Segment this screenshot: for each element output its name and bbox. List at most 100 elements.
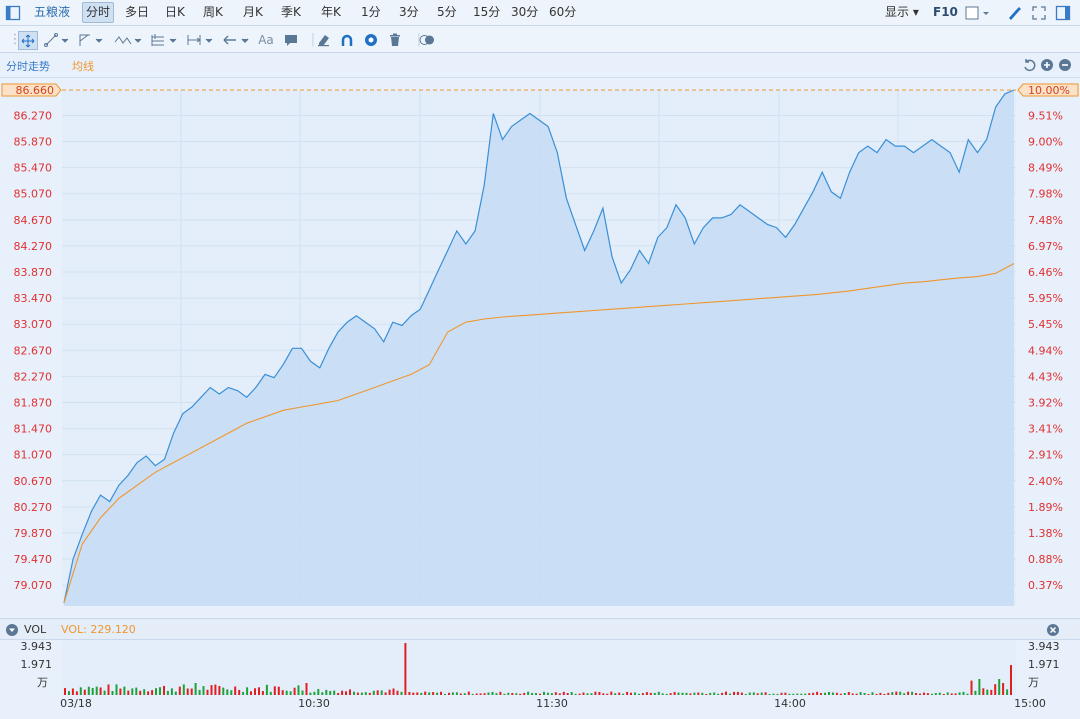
volume-bar <box>531 693 534 695</box>
price-tick-label: 85.470 <box>14 162 53 175</box>
intraday-mode-label[interactable]: 分时走势 <box>6 58 50 74</box>
period-tab[interactable]: 月K <box>240 3 266 22</box>
period-tab[interactable]: 1分 <box>358 3 384 22</box>
display-dropdown[interactable]: 显示 ▾ <box>882 3 922 22</box>
intraday-price-chart[interactable]: 86.660 10.00% 86.270 9.51% 85.870 9.00% 85.470… <box>0 78 1080 618</box>
panel-toggle-icon[interactable] <box>1054 4 1072 21</box>
volume-bar <box>768 694 771 695</box>
volume-bar <box>523 692 526 695</box>
visibility-icon[interactable] <box>362 31 380 48</box>
volume-bar <box>748 692 751 695</box>
volume-bar <box>254 688 256 695</box>
close-icon[interactable] <box>1044 621 1062 638</box>
magnet-icon[interactable] <box>338 31 356 48</box>
volume-bar <box>657 691 660 695</box>
volume-value: VOL: 229.120 <box>61 623 136 636</box>
price-tick-label: 80.670 <box>14 475 53 488</box>
period-tab[interactable]: 日K <box>162 3 188 22</box>
volume-bar <box>380 690 383 695</box>
volume-bar <box>159 687 161 695</box>
volume-bar <box>626 691 629 695</box>
volume-bar <box>792 693 795 695</box>
period-tab[interactable]: 3分 <box>396 3 422 22</box>
f10-button[interactable]: F10 <box>930 3 961 22</box>
volume-bar <box>261 691 264 695</box>
zoom-out-icon[interactable] <box>1056 56 1074 73</box>
volume-bar <box>467 691 470 695</box>
pen-icon[interactable] <box>1005 4 1023 21</box>
period-tab[interactable]: 周K <box>200 3 226 22</box>
price-tick-label: 82.670 <box>14 344 53 357</box>
volume-bar <box>550 693 553 695</box>
fullscreen-icon[interactable] <box>1030 4 1048 21</box>
sidebar-toggle-icon[interactable] <box>4 4 22 21</box>
volume-bar <box>689 693 692 695</box>
zoom-in-icon[interactable] <box>1038 56 1056 73</box>
volume-bar <box>103 690 106 695</box>
volume-bar <box>333 690 336 695</box>
volume-bar <box>721 692 724 695</box>
volume-bar <box>558 693 561 695</box>
volume-bar <box>432 692 435 695</box>
eraser-icon[interactable] <box>314 31 332 48</box>
trash-icon[interactable] <box>386 31 404 48</box>
volume-bar <box>242 691 245 695</box>
volume-bar <box>1010 665 1012 695</box>
volume-bar <box>693 692 696 695</box>
volume-plot-area <box>62 640 1016 695</box>
volume-bar <box>586 693 589 695</box>
arrow-tool-icon[interactable] <box>222 31 252 48</box>
range-tool-icon[interactable] <box>186 31 216 48</box>
toggle-icon[interactable] <box>418 31 436 48</box>
volume-bar <box>736 691 739 695</box>
volume-bar <box>198 689 201 695</box>
channel-tool-icon[interactable] <box>78 31 106 48</box>
volume-bar <box>804 693 807 695</box>
period-tab[interactable]: 30分 <box>508 3 541 22</box>
volume-chart[interactable]: 3.943 3.943 1.971 1.971 万 万 03/18 10:30 11:30 14:… <box>0 640 1080 719</box>
volume-bar <box>515 693 518 695</box>
wave-tool-icon[interactable] <box>114 31 144 48</box>
fib-tool-icon[interactable] <box>150 31 180 48</box>
period-tab[interactable]: 季K <box>278 3 304 22</box>
volume-bar <box>915 693 917 695</box>
line-tool-icon[interactable] <box>44 31 72 48</box>
period-tab[interactable]: 分时 <box>82 2 115 23</box>
volume-bar <box>451 692 454 695</box>
undo-icon[interactable] <box>1020 56 1038 73</box>
collapse-icon[interactable] <box>3 621 21 638</box>
volume-bar <box>570 692 573 695</box>
period-tab[interactable]: 60分 <box>546 3 579 22</box>
comment-tool-icon[interactable] <box>282 31 300 48</box>
price-tick-label: 85.870 <box>14 136 53 149</box>
stock-name[interactable]: 五粮液 <box>31 3 73 22</box>
volume-bar <box>356 692 359 695</box>
pct-tick-label: 3.92% <box>1028 396 1063 409</box>
volume-bar <box>107 684 110 695</box>
volume-bar <box>645 692 648 695</box>
volume-bar <box>641 693 644 695</box>
avg-line-label[interactable]: 均线 <box>72 58 94 74</box>
volume-bar <box>475 693 478 695</box>
period-tab[interactable]: 年K <box>318 3 344 22</box>
volume-bar <box>345 691 347 695</box>
volume-bar <box>111 691 114 695</box>
drawing-toolbar: ⋮ Aa | | <box>0 26 1080 53</box>
period-tab[interactable]: 15分 <box>470 3 503 22</box>
move-crosshair-icon[interactable] <box>18 31 38 50</box>
volume-bar <box>87 686 90 695</box>
text-tool-icon[interactable]: Aa <box>256 31 276 48</box>
volume-bar <box>230 690 233 695</box>
volume-bar <box>831 692 834 695</box>
volume-bar <box>127 690 130 695</box>
reference-pct-label: 10.00% <box>1028 84 1070 97</box>
volume-bar <box>598 692 601 695</box>
volume-bar <box>182 684 185 695</box>
layout-dropdown-icon[interactable] <box>964 4 992 21</box>
volume-bar <box>119 688 122 695</box>
period-tab[interactable]: 多日 <box>122 3 152 22</box>
volume-bar <box>289 691 292 695</box>
volume-bar <box>420 692 423 695</box>
period-tab[interactable]: 5分 <box>434 3 460 22</box>
volume-bar <box>867 694 870 695</box>
